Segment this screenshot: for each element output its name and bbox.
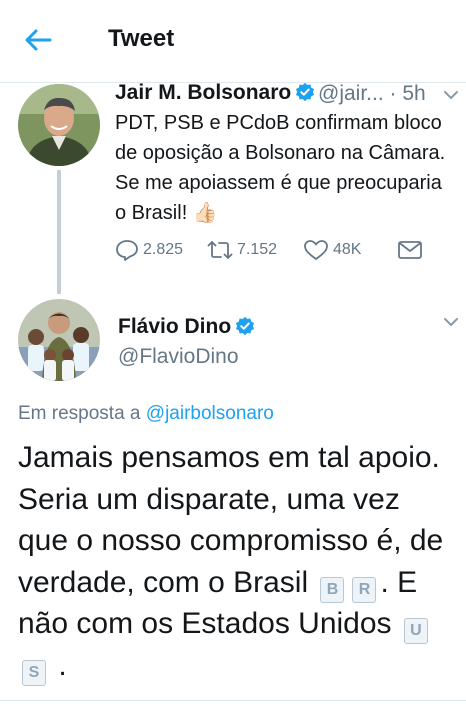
chevron-down-icon[interactable] [442, 313, 460, 331]
verified-icon [236, 316, 255, 336]
divider [0, 700, 466, 701]
back-button[interactable] [22, 24, 62, 56]
flag-letter: B [320, 576, 345, 603]
verified-icon [296, 82, 315, 102]
like-button[interactable]: 48K [303, 238, 361, 262]
heart-icon [304, 240, 328, 260]
reply-to-link[interactable]: @jairbolsonaro [146, 403, 274, 424]
reply-prefix: Em resposta a [18, 403, 146, 424]
page-title: Tweet [108, 25, 175, 52]
author-name[interactable]: Flávio Dino [118, 315, 255, 339]
flag-letter: S [22, 659, 46, 686]
tweet-text: PDT, PSB e PCdoB confirmam bloco de opos… [115, 112, 446, 224]
reply-context: Em resposta a @jairbolsonaro [18, 403, 274, 425]
top-bar: Tweet [0, 0, 466, 83]
flag-letter: U [403, 618, 428, 644]
like-count: 48K [333, 241, 362, 258]
reply-icon [116, 240, 138, 261]
avatar[interactable] [18, 299, 100, 381]
author-handle-time: @jair... · 5h [318, 82, 426, 105]
reply-button[interactable]: 2.825 [115, 238, 183, 262]
thread-connector [57, 170, 61, 294]
retweet-icon [207, 241, 233, 259]
author-name[interactable]: Jair M. Bolsonaro [115, 81, 315, 105]
message-button[interactable] [397, 238, 427, 262]
avatar[interactable] [18, 84, 100, 166]
envelope-icon [398, 241, 422, 259]
reply-count: 2.825 [143, 241, 184, 258]
tweet-actions: 2.825 7.152 48K [115, 238, 435, 266]
chevron-down-icon[interactable] [442, 86, 460, 104]
retweet-button[interactable]: 7.152 [207, 238, 277, 262]
author-handle[interactable]: @FlavioDino [118, 345, 239, 369]
back-arrow-icon [25, 29, 52, 51]
tweet-text: Jamais pensamos em tal apoio. Seria um d… [18, 437, 458, 686]
flag-letter: R [352, 576, 377, 603]
retweet-count: 7.152 [237, 241, 278, 258]
